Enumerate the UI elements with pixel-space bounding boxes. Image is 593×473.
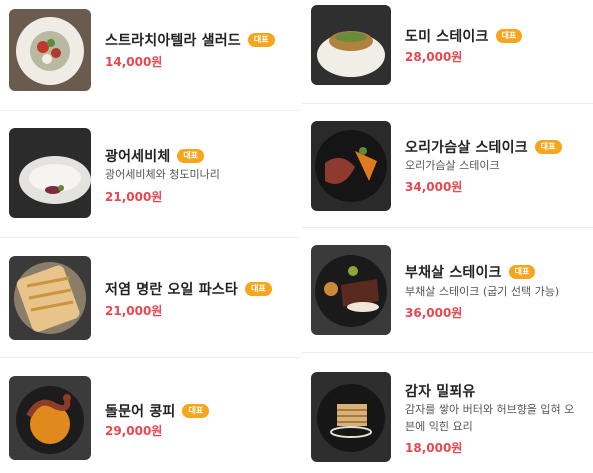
potato-millefeuille-photo	[311, 372, 391, 462]
octopus-plate-photo	[9, 376, 91, 460]
menu-item-price: 18,000원	[405, 441, 463, 455]
description-line: 븐에 익힌 요리	[405, 420, 473, 433]
menu-item-description: 부채살 스테이크 (굽기 선택 가능)	[405, 285, 560, 298]
menu-item-name: 부채살 스테이크	[405, 265, 502, 281]
signature-badge: 대표	[508, 265, 536, 279]
menu-item-price: 34,000원	[405, 180, 463, 194]
menu-item-name: 도미 스테이크	[405, 29, 489, 45]
menu-item-name: 광어세비체	[105, 149, 171, 165]
divider	[302, 103, 593, 104]
beef-steak-photo	[311, 245, 391, 335]
signature-badge: 대표	[247, 33, 275, 47]
salad-plate-photo	[9, 9, 91, 91]
fish-steak-photo	[311, 5, 391, 85]
divider	[302, 227, 593, 228]
menu-item-name: 감자 밀푀유	[405, 384, 476, 400]
signature-badge: 대표	[534, 140, 562, 154]
description-line: 감자를 쌓아 버터와 허브향을 입혀 오	[405, 403, 575, 416]
signature-badge: 대표	[177, 149, 205, 163]
menu-item-name: 스트라치아텔라 샐러드	[105, 33, 241, 49]
menu-item-price: 28,000원	[405, 50, 463, 64]
ceviche-plate-photo	[9, 128, 91, 218]
divider	[0, 357, 300, 358]
divider	[302, 352, 593, 353]
menu-item-price: 36,000원	[405, 306, 463, 320]
signature-badge: 대표	[182, 404, 210, 418]
menu-item-name: 오리가슴살 스테이크	[405, 140, 528, 156]
divider	[0, 237, 300, 238]
menu-item-description: 오리가슴살 스테이크	[405, 159, 500, 172]
menu-item-price: 29,000원	[105, 424, 163, 438]
menu-item-price: 21,000원	[105, 304, 163, 318]
divider	[0, 110, 300, 111]
duck-steak-photo	[311, 121, 391, 211]
menu-item-price: 14,000원	[105, 55, 163, 69]
pasta-plate-photo	[9, 256, 91, 340]
menu-item-name: 돌문어 콩피	[105, 404, 176, 420]
menu-item-description: 광어세비체와 청도미나리	[105, 168, 220, 181]
signature-badge: 대표	[495, 29, 523, 43]
menu-item-price: 21,000원	[105, 190, 163, 204]
menu-item-description: 감자를 쌓아 버터와 허브향을 입혀 오 븐에 익힌 요리	[405, 401, 574, 435]
signature-badge: 대표	[244, 282, 272, 296]
menu-item-name: 저염 명란 오일 파스타	[105, 282, 238, 298]
